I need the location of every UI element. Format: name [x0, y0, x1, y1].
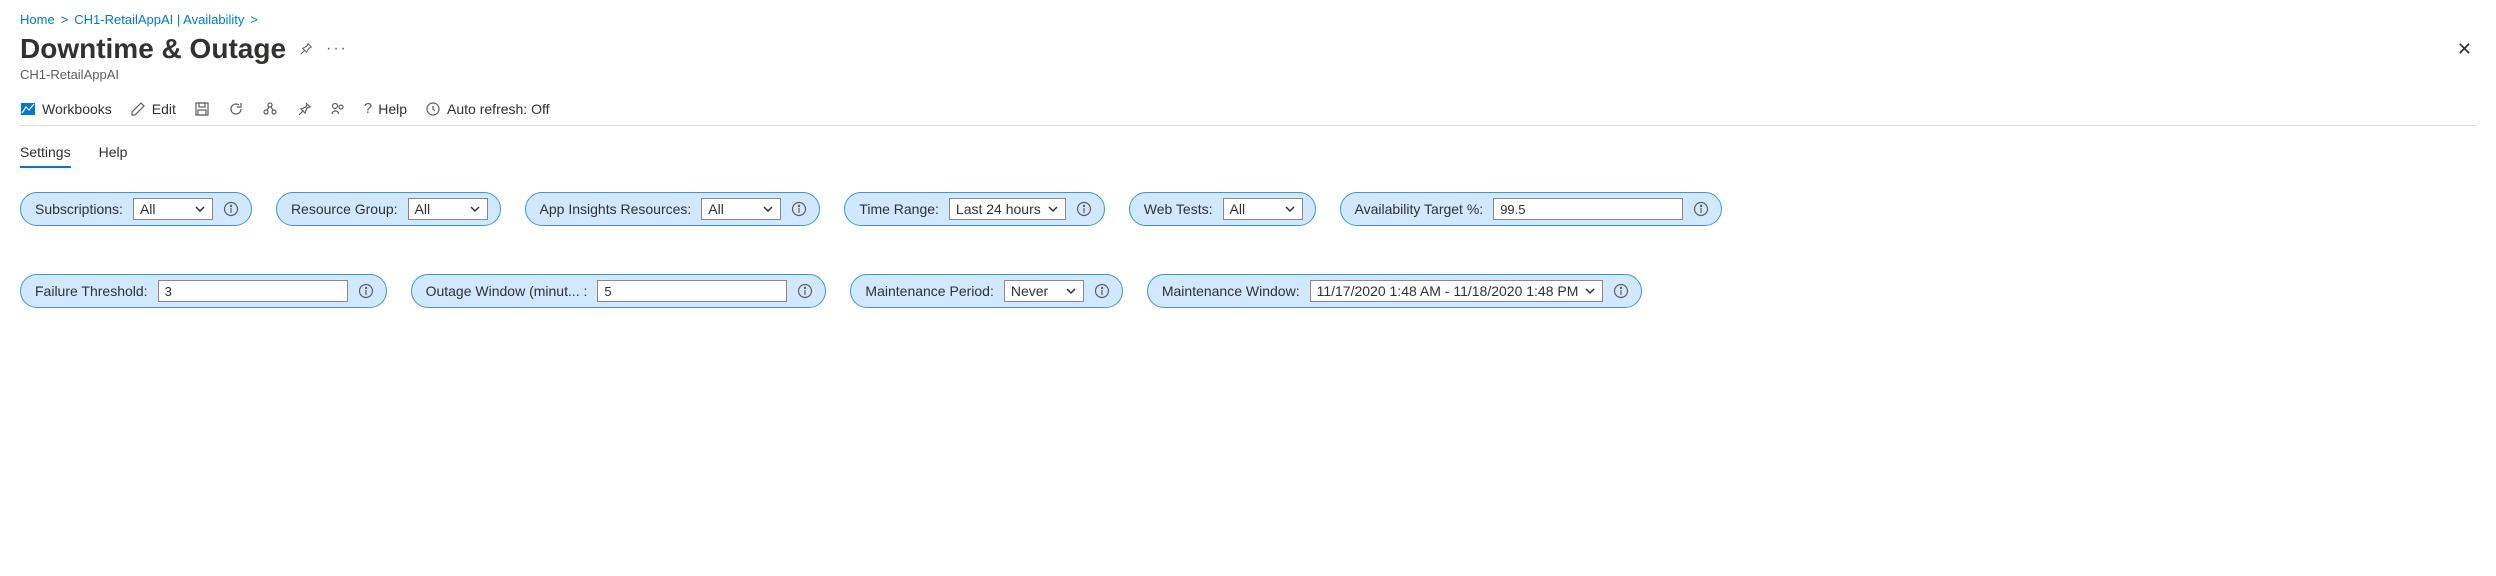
breadcrumb-resource[interactable]: CH1-RetailAppAI | Availability [74, 12, 244, 27]
autorefresh-label: Auto refresh: Off [447, 101, 549, 117]
web-tests-select[interactable]: All [1223, 198, 1303, 220]
feedback-icon[interactable] [330, 101, 346, 117]
outage-window-input[interactable] [604, 284, 780, 299]
page-subtitle: CH1-RetailAppAI [20, 67, 2476, 82]
failure-threshold-input-wrap [158, 280, 348, 302]
chevron-down-icon [1584, 285, 1596, 297]
chevron-down-icon [1065, 285, 1077, 297]
edit-label: Edit [152, 101, 176, 117]
refresh-icon[interactable] [228, 101, 244, 117]
failure-threshold-label: Failure Threshold: [35, 283, 148, 299]
breadcrumb: Home > CH1-RetailAppAI | Availability > [20, 12, 2476, 27]
chevron-down-icon [1284, 203, 1296, 215]
web-tests-label: Web Tests: [1144, 201, 1213, 217]
chevron-down-icon [194, 203, 206, 215]
time-range-value: Last 24 hours [956, 201, 1041, 217]
more-icon[interactable]: ··· [326, 40, 348, 58]
availability-target-input-wrap [1493, 198, 1683, 220]
pin-icon[interactable] [298, 41, 314, 57]
maintenance-window-filter: Maintenance Window: 11/17/2020 1:48 AM -… [1147, 274, 1643, 308]
web-tests-value: All [1230, 201, 1246, 217]
resource-group-filter: Resource Group: All [276, 192, 501, 226]
chevron-down-icon [1047, 203, 1059, 215]
info-icon[interactable] [223, 201, 239, 217]
subscriptions-select[interactable]: All [133, 198, 213, 220]
resource-group-select[interactable]: All [408, 198, 488, 220]
app-insights-label: App Insights Resources: [540, 201, 692, 217]
chevron-down-icon [469, 203, 481, 215]
app-insights-select[interactable]: All [701, 198, 781, 220]
availability-target-filter: Availability Target %: [1340, 192, 1723, 226]
web-tests-filter: Web Tests: All [1129, 192, 1316, 226]
tab-settings[interactable]: Settings [20, 144, 71, 168]
help-label: Help [378, 101, 407, 117]
workbooks-label: Workbooks [42, 101, 112, 117]
edit-button[interactable]: Edit [130, 101, 176, 117]
maintenance-window-select[interactable]: 11/17/2020 1:48 AM - 11/18/2020 1:48 PM [1310, 280, 1604, 302]
maintenance-window-label: Maintenance Window: [1162, 283, 1300, 299]
maintenance-period-value: Never [1011, 283, 1048, 299]
availability-target-input[interactable] [1500, 202, 1676, 217]
info-icon[interactable] [1076, 201, 1092, 217]
help-button[interactable]: ? Help [364, 100, 407, 117]
toolbar: Workbooks Edit ? Help Auto refresh: Off [20, 90, 2476, 126]
subscriptions-value: All [140, 201, 156, 217]
time-range-select[interactable]: Last 24 hours [949, 198, 1066, 220]
tab-help[interactable]: Help [99, 144, 128, 168]
breadcrumb-home[interactable]: Home [20, 12, 55, 27]
maintenance-period-select[interactable]: Never [1004, 280, 1084, 302]
time-range-filter: Time Range: Last 24 hours [844, 192, 1104, 226]
maintenance-window-value: 11/17/2020 1:48 AM - 11/18/2020 1:48 PM [1317, 283, 1579, 299]
chevron-down-icon [762, 203, 774, 215]
pin-toolbar-icon[interactable] [296, 101, 312, 117]
resource-group-value: All [415, 201, 431, 217]
save-icon[interactable] [194, 101, 210, 117]
breadcrumb-sep: > [61, 12, 69, 27]
subscriptions-filter: Subscriptions: All [20, 192, 252, 226]
info-icon[interactable] [1094, 283, 1110, 299]
tabs: Settings Help [20, 144, 2476, 168]
info-icon[interactable] [1693, 201, 1709, 217]
filters-row-1: Subscriptions: All Resource Group: All A… [20, 192, 2476, 226]
info-icon[interactable] [358, 283, 374, 299]
resource-group-label: Resource Group: [291, 201, 398, 217]
app-insights-filter: App Insights Resources: All [525, 192, 821, 226]
outage-window-input-wrap [597, 280, 787, 302]
subscriptions-label: Subscriptions: [35, 201, 123, 217]
info-icon[interactable] [1613, 283, 1629, 299]
maintenance-period-label: Maintenance Period: [865, 283, 993, 299]
failure-threshold-filter: Failure Threshold: [20, 274, 387, 308]
page-title: Downtime & Outage [20, 33, 286, 65]
outage-window-label: Outage Window (minut... : [426, 283, 588, 299]
filters-row-2: Failure Threshold: Outage Window (minut.… [20, 274, 2476, 308]
share-icon[interactable] [262, 101, 278, 117]
maintenance-period-filter: Maintenance Period: Never [850, 274, 1122, 308]
workbooks-button[interactable]: Workbooks [20, 101, 112, 117]
availability-target-label: Availability Target %: [1355, 201, 1484, 217]
autorefresh-button[interactable]: Auto refresh: Off [425, 101, 549, 117]
failure-threshold-input[interactable] [165, 284, 341, 299]
breadcrumb-sep-2: > [250, 12, 258, 27]
time-range-label: Time Range: [859, 201, 939, 217]
info-icon[interactable] [791, 201, 807, 217]
outage-window-filter: Outage Window (minut... : [411, 274, 827, 308]
info-icon[interactable] [797, 283, 813, 299]
app-insights-value: All [708, 201, 724, 217]
close-button[interactable]: ✕ [2453, 35, 2476, 64]
